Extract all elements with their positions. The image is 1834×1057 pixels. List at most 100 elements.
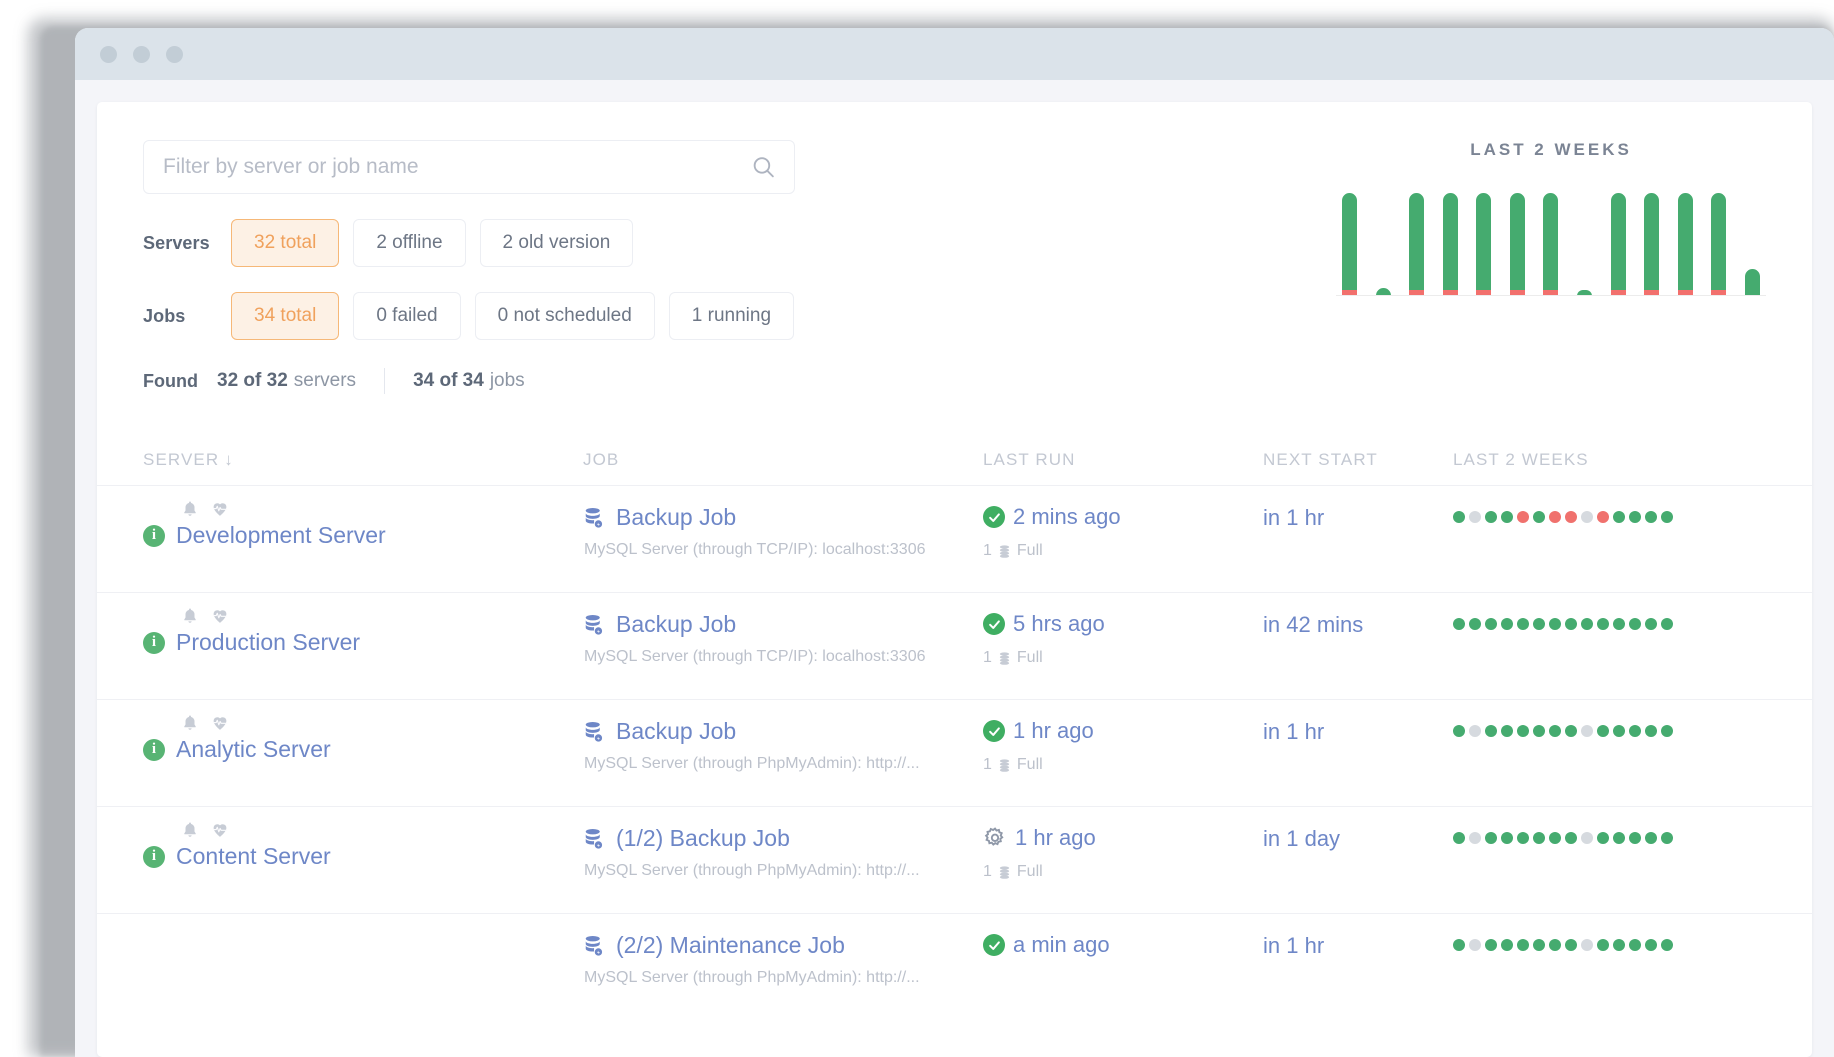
run-status-dot[interactable]: [1597, 725, 1609, 737]
run-status-dot[interactable]: [1501, 832, 1513, 844]
job-name-link[interactable]: Backup Job: [616, 611, 736, 638]
bell-icon[interactable]: [181, 821, 199, 839]
run-status-dot[interactable]: [1485, 511, 1497, 523]
run-status-dot[interactable]: [1581, 618, 1593, 630]
filter-servers-offline[interactable]: 2 offline: [353, 219, 466, 267]
run-status-dot[interactable]: [1501, 939, 1513, 951]
server-name-link[interactable]: Production Server: [176, 629, 360, 656]
run-status-dot[interactable]: [1613, 725, 1625, 737]
job-name-link[interactable]: (1/2) Backup Job: [616, 825, 790, 852]
info-icon[interactable]: i: [143, 524, 165, 547]
run-status-dot[interactable]: [1565, 939, 1577, 951]
run-status-dot[interactable]: [1453, 725, 1465, 737]
filter-jobs-running[interactable]: 1 running: [668, 292, 795, 340]
run-status-dot[interactable]: [1517, 725, 1529, 737]
run-status-dot[interactable]: [1549, 725, 1561, 737]
column-header-last-2-weeks[interactable]: LAST 2 WEEKS: [1453, 450, 1683, 470]
zoom-button[interactable]: [166, 45, 183, 63]
run-status-dot[interactable]: [1469, 511, 1481, 523]
run-status-dot[interactable]: [1613, 511, 1625, 523]
run-status-dot[interactable]: [1629, 725, 1641, 737]
run-status-dot[interactable]: [1533, 939, 1545, 951]
run-status-dot[interactable]: [1533, 618, 1545, 630]
filter-servers-old-version[interactable]: 2 old version: [479, 219, 634, 267]
run-status-dot[interactable]: [1645, 939, 1657, 951]
run-status-dot[interactable]: [1581, 832, 1593, 844]
run-status-dot[interactable]: [1453, 618, 1465, 630]
run-status-dot[interactable]: [1629, 939, 1641, 951]
run-status-dot[interactable]: [1581, 939, 1593, 951]
run-status-dot[interactable]: [1581, 725, 1593, 737]
run-status-dot[interactable]: [1645, 832, 1657, 844]
job-name-link[interactable]: (2/2) Maintenance Job: [616, 932, 845, 959]
run-status-dot[interactable]: [1661, 725, 1673, 737]
run-status-dot[interactable]: [1533, 511, 1545, 523]
server-name-link[interactable]: Content Server: [176, 843, 331, 870]
run-status-dot[interactable]: [1485, 939, 1497, 951]
run-status-dot[interactable]: [1613, 618, 1625, 630]
bell-icon[interactable]: [181, 714, 199, 732]
column-header-last-run[interactable]: LAST RUN: [983, 450, 1263, 470]
run-status-dot[interactable]: [1565, 511, 1577, 523]
table-row[interactable]: i Content Server (1/2) Backup Job MySQL Ser…: [97, 807, 1812, 914]
close-button[interactable]: [100, 45, 117, 63]
search-input[interactable]: [143, 140, 795, 194]
table-row[interactable]: i Analytic Server Backup Job MySQL Server (…: [97, 700, 1812, 807]
run-status-dot[interactable]: [1661, 511, 1673, 523]
run-status-dot[interactable]: [1469, 618, 1481, 630]
filter-jobs-total[interactable]: 34 total: [231, 292, 340, 340]
run-status-dot[interactable]: [1501, 511, 1513, 523]
bell-icon[interactable]: [181, 500, 199, 518]
run-status-dot[interactable]: [1629, 832, 1641, 844]
run-status-dot[interactable]: [1565, 725, 1577, 737]
table-row[interactable]: i Development Server Backup Job MySQL Serve…: [97, 486, 1812, 593]
info-icon[interactable]: i: [143, 631, 165, 654]
run-status-dot[interactable]: [1597, 832, 1609, 844]
run-status-dot[interactable]: [1501, 618, 1513, 630]
run-status-dot[interactable]: [1581, 511, 1593, 523]
filter-jobs-failed[interactable]: 0 failed: [353, 292, 461, 340]
heartbeat-icon[interactable]: [211, 714, 229, 732]
run-status-dot[interactable]: [1597, 939, 1609, 951]
heartbeat-icon[interactable]: [211, 607, 229, 625]
run-status-dot[interactable]: [1549, 618, 1561, 630]
run-status-dot[interactable]: [1597, 618, 1609, 630]
run-status-dot[interactable]: [1469, 939, 1481, 951]
column-header-job[interactable]: JOB: [583, 450, 983, 470]
info-icon[interactable]: i: [143, 845, 165, 868]
table-row[interactable]: (2/2) Maintenance Job MySQL Server (throu…: [97, 914, 1812, 1014]
run-status-dot[interactable]: [1549, 511, 1561, 523]
run-status-dot[interactable]: [1629, 618, 1641, 630]
column-header-server[interactable]: SERVER ↓: [143, 450, 583, 470]
run-status-dot[interactable]: [1453, 511, 1465, 523]
run-status-dot[interactable]: [1661, 832, 1673, 844]
minimize-button[interactable]: [133, 45, 150, 63]
info-icon[interactable]: i: [143, 738, 165, 761]
server-name-link[interactable]: Analytic Server: [176, 736, 331, 763]
table-row[interactable]: i Production Server Backup Job MySQL Server…: [97, 593, 1812, 700]
run-status-dot[interactable]: [1485, 832, 1497, 844]
run-status-dot[interactable]: [1469, 832, 1481, 844]
run-status-dot[interactable]: [1661, 618, 1673, 630]
run-status-dot[interactable]: [1645, 511, 1657, 523]
run-status-dot[interactable]: [1597, 511, 1609, 523]
run-status-dot[interactable]: [1501, 725, 1513, 737]
column-header-next-start[interactable]: NEXT START: [1263, 450, 1453, 470]
run-status-dot[interactable]: [1453, 832, 1465, 844]
run-status-dot[interactable]: [1613, 939, 1625, 951]
run-status-dot[interactable]: [1453, 939, 1465, 951]
run-status-dot[interactable]: [1645, 618, 1657, 630]
job-name-link[interactable]: Backup Job: [616, 718, 736, 745]
run-status-dot[interactable]: [1485, 725, 1497, 737]
heartbeat-icon[interactable]: [211, 500, 229, 518]
run-status-dot[interactable]: [1517, 511, 1529, 523]
bell-icon[interactable]: [181, 607, 199, 625]
run-status-dot[interactable]: [1629, 511, 1641, 523]
run-status-dot[interactable]: [1469, 725, 1481, 737]
run-status-dot[interactable]: [1565, 832, 1577, 844]
run-status-dot[interactable]: [1517, 832, 1529, 844]
run-status-dot[interactable]: [1661, 939, 1673, 951]
run-status-dot[interactable]: [1517, 618, 1529, 630]
run-status-dot[interactable]: [1645, 725, 1657, 737]
run-status-dot[interactable]: [1549, 939, 1561, 951]
